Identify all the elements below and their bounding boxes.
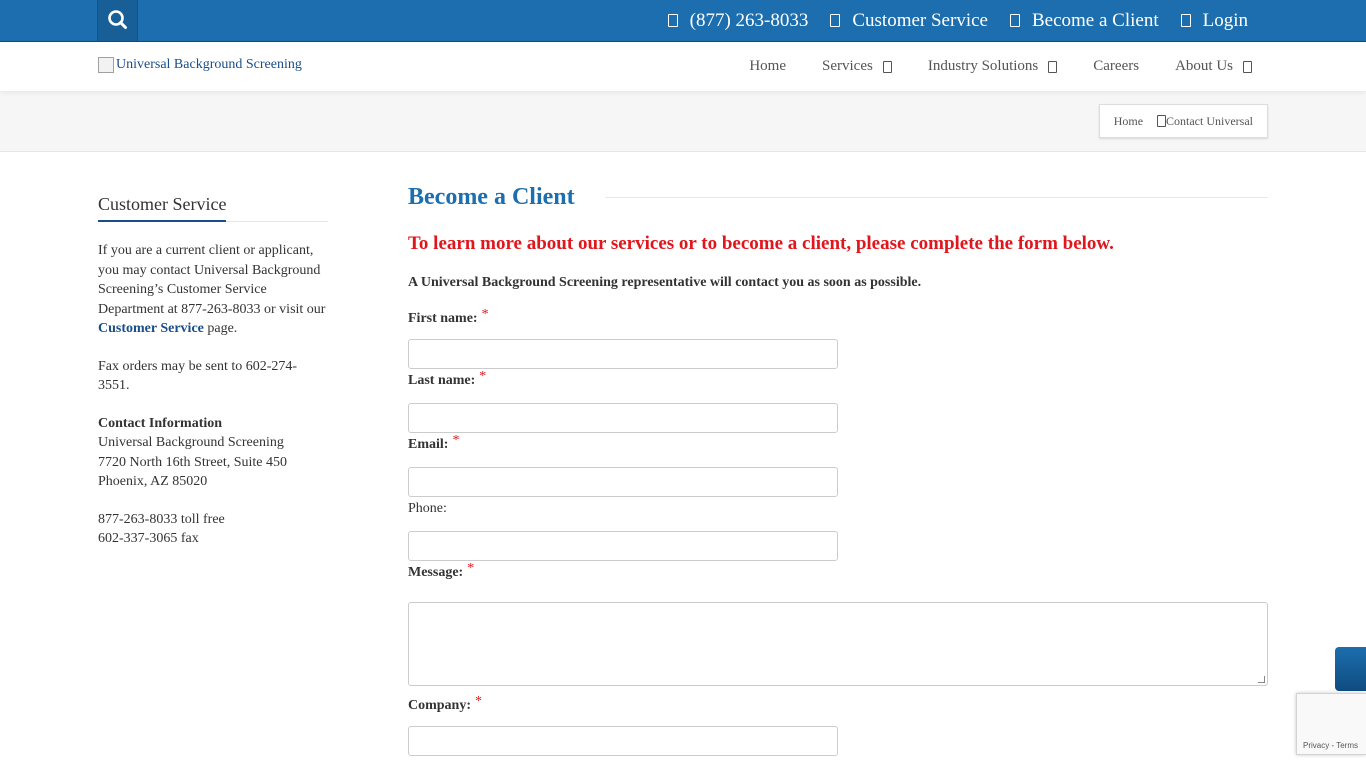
- chevron-down-icon: [1048, 60, 1058, 73]
- chevron-down-icon: [1243, 60, 1252, 73]
- chevron-right-icon: [1157, 115, 1167, 127]
- page-title: Become a Client: [408, 183, 575, 210]
- message-label: Message: *: [408, 561, 1268, 585]
- sidebar-title: Customer Service: [98, 193, 227, 222]
- phone-input[interactable]: [408, 531, 838, 561]
- nav-item-services[interactable]: Services: [822, 58, 892, 75]
- required-mark: *: [481, 307, 489, 322]
- breadcrumb-home[interactable]: Home: [1114, 114, 1143, 129]
- contact-heading: Contact Information: [98, 415, 223, 431]
- address-line: Phoenix, AZ 85020: [98, 474, 208, 489]
- required-mark: *: [475, 694, 483, 709]
- top-link-customer-service[interactable]: Customer Service: [830, 10, 988, 32]
- breadcrumb: Home Contact Universal: [1098, 104, 1268, 138]
- top-link-phone-label: (877) 263-8033: [689, 9, 809, 31]
- first-name-label: First name: *: [408, 307, 1268, 331]
- company-input[interactable]: [408, 726, 838, 756]
- company-label: Company: *: [408, 694, 1268, 718]
- breadcrumb-current: Contact Universal: [1166, 113, 1253, 128]
- nav-item-careers-label: Careers: [1093, 58, 1140, 74]
- recaptcha-privacy-link[interactable]: Privacy: [1303, 741, 1329, 750]
- sidebar-intro-text: If you are a current client or applicant…: [98, 243, 326, 317]
- first-name-input[interactable]: [408, 339, 838, 369]
- recaptcha-terms-link[interactable]: Terms: [1336, 741, 1358, 750]
- phone-icon: [667, 14, 678, 27]
- sidebar-intro: If you are a current client or applicant…: [98, 241, 328, 339]
- nav-item-industry-solutions-label: Industry Solutions: [927, 58, 1039, 74]
- search-button[interactable]: [97, 0, 138, 41]
- top-link-become-client[interactable]: Become a Client: [1009, 9, 1159, 32]
- nav-item-services-label: Services: [822, 58, 873, 74]
- required-mark: *: [479, 369, 487, 384]
- top-link-login-label: Login: [1202, 9, 1248, 31]
- required-mark: *: [467, 561, 475, 576]
- lock-icon: [1180, 14, 1191, 27]
- last-name-input[interactable]: [408, 403, 838, 433]
- headset-icon: [830, 14, 841, 27]
- sidebar-contact-info: Contact Information Universal Background…: [98, 414, 328, 492]
- address-line: 7720 North 16th Street, Suite 450: [98, 454, 287, 470]
- nav-item-about-us-label: About Us: [1175, 58, 1233, 74]
- top-link-become-client-label: Become a Client: [1031, 9, 1159, 31]
- main-header: Universal Background Screening Home Serv…: [0, 41, 1366, 91]
- phone-line: 877-263-8033 toll free: [98, 511, 225, 527]
- sidebar: Customer Service If you are a current cl…: [98, 193, 328, 549]
- sidebar-phones: 877-263-8033 toll free 602-337-3065 fax: [98, 510, 328, 549]
- top-bar: (877) 263-8033 Customer Service Become a…: [0, 0, 1366, 41]
- form-title-row: Become a Client: [408, 183, 1268, 211]
- message-textarea[interactable]: [408, 602, 1268, 686]
- customer-service-link[interactable]: Customer Service: [98, 321, 204, 336]
- site-logo-alt-text: Universal Background Screening: [116, 57, 302, 72]
- nav-item-careers[interactable]: Careers: [1093, 58, 1139, 75]
- nav-item-home-label: Home: [749, 58, 786, 74]
- last-name-label-text: Last name:: [408, 373, 476, 388]
- top-link-login[interactable]: Login: [1180, 9, 1248, 32]
- top-link-customer-service-label: Customer Service: [852, 9, 988, 31]
- resize-grip-icon[interactable]: [1258, 676, 1265, 683]
- email-input[interactable]: [408, 467, 838, 497]
- sidebar-fax-note: Fax orders may be sent to 602-274-3551.: [98, 358, 298, 394]
- site-logo[interactable]: Universal Background Screening: [98, 57, 302, 73]
- phone-line: 602-337-3065 fax: [98, 531, 199, 546]
- search-icon: [108, 10, 127, 29]
- top-link-phone[interactable]: (877) 263-8033: [667, 9, 809, 32]
- chevron-down-icon: [882, 60, 892, 73]
- main-nav: Home Services Industry Solutions Careers…: [713, 42, 1252, 91]
- page-title-band: Home Contact Universal: [0, 91, 1366, 152]
- title-divider: [604, 196, 1268, 198]
- address-line: Universal Background Screening: [98, 435, 284, 450]
- form-lead: To learn more about our services or to b…: [408, 233, 1114, 254]
- email-label: Email: *: [408, 433, 1268, 457]
- last-name-label: Last name: *: [408, 369, 1268, 393]
- contact-form: Become a Client To learn more about our …: [408, 183, 1268, 756]
- required-mark: *: [452, 433, 460, 448]
- broken-image-icon: [98, 57, 114, 73]
- nav-item-industry-solutions[interactable]: Industry Solutions: [927, 58, 1058, 75]
- scroll-to-top-button[interactable]: [1335, 647, 1366, 691]
- nav-item-about-us[interactable]: About Us: [1175, 58, 1252, 75]
- form-subtext: A Universal Background Screening represe…: [408, 275, 922, 290]
- top-links: (877) 263-8033 Customer Service Become a…: [646, 0, 1248, 41]
- recaptcha-links: Privacy - Terms: [1303, 741, 1358, 750]
- first-name-label-text: First name:: [408, 311, 478, 326]
- sidebar-intro-tail: page.: [203, 321, 238, 336]
- company-label-text: Company:: [408, 698, 472, 713]
- phone-label-text: Phone:: [408, 501, 447, 516]
- nav-item-home[interactable]: Home: [749, 58, 786, 75]
- recaptcha-badge: Privacy - Terms: [1296, 693, 1366, 755]
- user-plus-icon: [1009, 14, 1020, 27]
- phone-label: Phone:: [408, 501, 1268, 521]
- message-label-text: Message:: [408, 565, 464, 580]
- email-label-text: Email:: [408, 437, 449, 452]
